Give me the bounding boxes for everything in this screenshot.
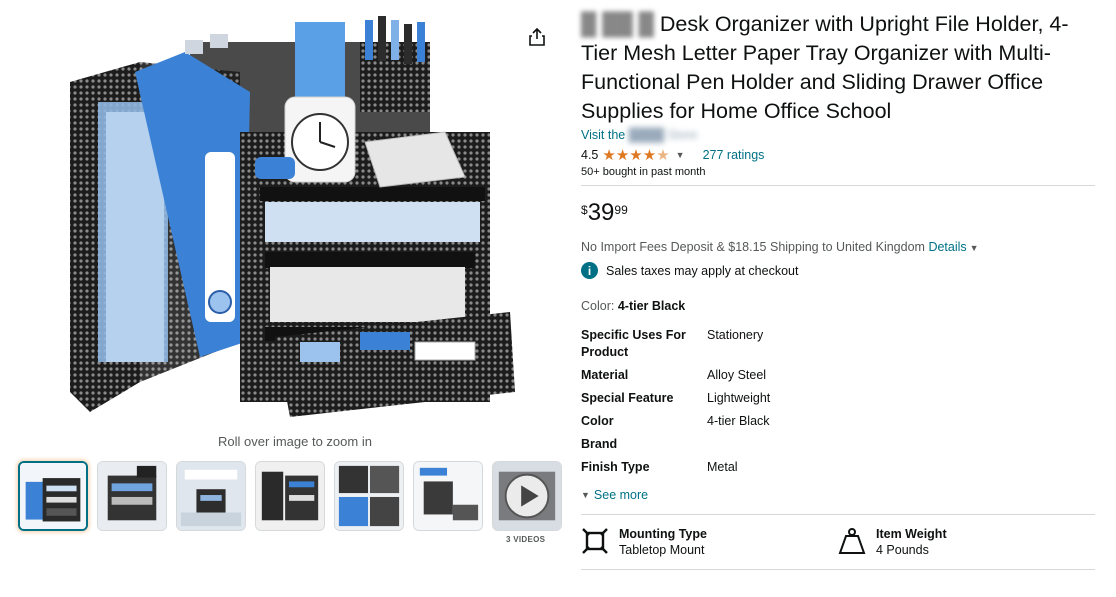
feature-value: Tabletop Mount — [619, 543, 705, 557]
spec-value: Metal — [707, 460, 738, 474]
price-whole: 39 — [587, 199, 615, 226]
spec-row: Brand — [581, 436, 770, 459]
feature-label: Mounting Type — [619, 527, 707, 541]
thumbnail-6[interactable] — [413, 461, 483, 531]
spec-value: 4-tier Black — [707, 414, 770, 428]
chevron-down-icon[interactable]: ▼ — [676, 150, 685, 160]
feature-item-weight: Item Weight 4 Pounds — [838, 527, 1095, 557]
see-more-button[interactable]: ▼ See more — [581, 488, 1095, 502]
star-icon: ★ — [642, 146, 657, 164]
star-rating[interactable]: ★ ★ ★ ★ ★ — [602, 148, 669, 163]
spec-value: Alloy Steel — [707, 368, 767, 382]
spec-key: Material — [581, 368, 629, 382]
product-title: █ ██ █ Desk Organizer with Upright File … — [581, 10, 1095, 126]
thumbnail-2[interactable] — [97, 461, 167, 531]
thumbnail-strip — [18, 461, 562, 531]
half-star-icon: ★ — [656, 146, 670, 164]
color-label: Color: — [581, 299, 615, 313]
weight-icon — [838, 528, 866, 554]
feature-label: Item Weight — [876, 527, 947, 541]
store-link-prefix: Visit the — [581, 128, 626, 142]
shipping-details-link[interactable]: Details — [928, 240, 966, 254]
spec-value: Stationery — [707, 328, 764, 342]
spec-row: Finish Type Metal — [581, 459, 770, 482]
thumbnail-4[interactable] — [255, 461, 325, 531]
mounting-icon — [582, 528, 608, 554]
star-icon: ★ — [602, 146, 616, 164]
price-symbol: $ — [581, 203, 588, 217]
store-name-redacted: ████ Store — [628, 128, 698, 142]
chevron-down-icon: ▼ — [581, 490, 590, 500]
rating-value: 4.5 — [581, 148, 599, 162]
spec-row: Special Feature Lightweight — [581, 390, 770, 413]
chevron-down-icon[interactable]: ▼ — [970, 243, 979, 253]
spec-row: Material Alloy Steel — [581, 367, 770, 390]
shipping-info: No Import Fees Deposit & $18.15 Shipping… — [581, 240, 1095, 254]
thumbnail-1[interactable] — [18, 461, 88, 531]
tax-note: i Sales taxes may apply at checkout — [581, 262, 1095, 279]
divider — [581, 185, 1095, 186]
price-fraction: 99 — [614, 203, 628, 217]
star-icon: ★ — [629, 146, 643, 164]
ratings-count-link[interactable]: 277 ratings — [703, 148, 765, 162]
main-product-image[interactable] — [60, 12, 530, 432]
color-value: 4-tier Black — [617, 299, 686, 313]
feature-highlights: Mounting Type Tabletop Mount Item Weight… — [581, 514, 1095, 570]
shipping-text: No Import Fees Deposit & $18.15 Shipping… — [581, 240, 925, 254]
price: $ 39 99 — [581, 200, 1095, 226]
tax-note-text: Sales taxes may apply at checkout — [606, 263, 799, 278]
feature-mounting-type: Mounting Type Tabletop Mount — [581, 527, 838, 557]
feature-value: 4 Pounds — [876, 543, 929, 557]
videos-count-label: 3 VIDEOS — [506, 535, 546, 544]
info-icon: i — [581, 262, 598, 279]
spec-value — [707, 436, 770, 459]
store-link[interactable]: Visit the ████ Store — [581, 128, 698, 142]
thumbnail-5[interactable] — [334, 461, 404, 531]
title-brand-redacted: █ ██ █ — [581, 12, 654, 36]
share-icon[interactable] — [526, 26, 548, 48]
title-text: Desk Organizer with Upright File Holder,… — [581, 12, 1069, 123]
zoom-hint: Roll over image to zoom in — [218, 434, 372, 449]
spec-key: Finish Type — [581, 460, 650, 474]
spec-row: Specific Uses For Product Stationery — [581, 327, 770, 367]
spec-key: Special Feature — [581, 391, 674, 405]
video-thumbnail[interactable] — [492, 461, 562, 531]
spec-key: Specific Uses For Product — [581, 328, 686, 359]
spec-value: Lightweight — [707, 391, 771, 405]
thumbnail-3[interactable] — [176, 461, 246, 531]
spec-row: Color 4-tier Black — [581, 413, 770, 436]
bought-count: 50+ bought in past month — [581, 166, 706, 178]
star-icon: ★ — [615, 146, 630, 164]
see-more-label: See more — [593, 488, 649, 502]
product-details: █ ██ █ Desk Organizer with Upright File … — [581, 10, 1095, 570]
color-selection: Color: 4-tier Black — [581, 299, 1095, 313]
rating-row: 4.5 ★ ★ ★ ★ ★ ▼ 277 ratings — [581, 146, 1095, 164]
spec-key: Color — [581, 414, 614, 428]
product-specs-table: Specific Uses For Product Stationery Mate… — [581, 327, 770, 482]
spec-key: Brand — [581, 437, 618, 451]
